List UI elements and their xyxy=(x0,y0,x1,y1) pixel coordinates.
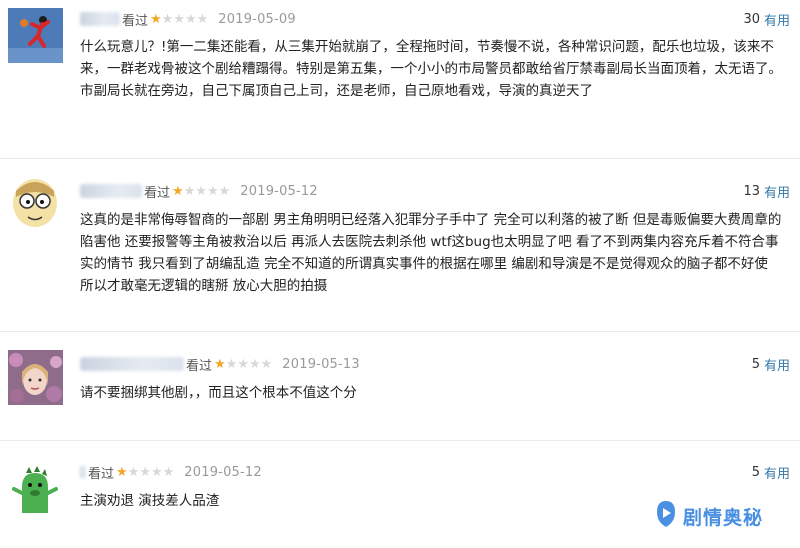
star-empty-icon: ★ xyxy=(196,11,209,27)
review-date: 2019-05-09 xyxy=(218,11,296,27)
star-empty-icon: ★ xyxy=(237,356,249,372)
watched-label: 看过 xyxy=(122,13,149,29)
cartoon-character-avatar[interactable] xyxy=(8,175,63,230)
review-date: 2019-05-13 xyxy=(282,356,360,372)
useful-button[interactable]: 有用 xyxy=(764,182,790,201)
star-empty-icon: ★ xyxy=(195,183,207,199)
star-empty-icon: ★ xyxy=(161,11,174,27)
green-dinosaur-avatar[interactable] xyxy=(8,463,63,518)
vote-count: 5 xyxy=(751,464,760,480)
useful-button[interactable]: 有用 xyxy=(764,10,790,29)
star-filled-icon: ★ xyxy=(150,11,162,27)
rating-stars: ★ ★ ★ ★ ★ xyxy=(214,358,272,371)
rating-stars: ★ ★ ★ ★ ★ xyxy=(150,13,208,26)
star-filled-icon: ★ xyxy=(116,464,128,480)
vote-count: 30 xyxy=(743,11,760,27)
basketball-player-avatar[interactable] xyxy=(8,8,63,63)
star-empty-icon: ★ xyxy=(150,464,163,480)
review-item: 看过 ★ ★ ★ ★ ★ 2019-05-12 13 有用 这真的是非常侮辱智商的一部剧… xyxy=(0,159,800,331)
rating-stars: ★ ★ ★ ★ ★ xyxy=(116,466,174,479)
star-empty-icon: ★ xyxy=(206,183,219,199)
review-date: 2019-05-12 xyxy=(184,464,262,480)
star-empty-icon: ★ xyxy=(184,11,197,27)
star-empty-icon: ★ xyxy=(139,464,151,480)
watched-label: 看过 xyxy=(186,358,213,374)
vote-area: 5 有用 xyxy=(752,354,790,374)
watched-label: 看过 xyxy=(144,185,171,201)
star-filled-icon: ★ xyxy=(172,183,184,199)
star-empty-icon: ★ xyxy=(162,464,175,480)
watermark-text: 剧情奥秘 xyxy=(683,506,764,529)
useful-button[interactable]: 有用 xyxy=(764,355,790,374)
play-logo-icon xyxy=(655,500,677,532)
vote-area: 13 有用 xyxy=(743,181,790,201)
blurred-username[interactable] xyxy=(80,357,184,371)
blurred-username[interactable] xyxy=(80,465,86,479)
star-filled-icon: ★ xyxy=(214,356,226,372)
watched-label: 看过 xyxy=(88,466,115,482)
star-empty-icon: ★ xyxy=(173,11,185,27)
vote-area: 5 有用 xyxy=(752,462,790,482)
watermark: 剧情奥秘 xyxy=(655,500,763,532)
rating-stars: ★ ★ ★ ★ ★ xyxy=(172,185,230,198)
star-empty-icon: ★ xyxy=(218,183,231,199)
vote-area: 30 有用 xyxy=(743,9,790,29)
vote-count: 13 xyxy=(743,183,760,199)
star-empty-icon: ★ xyxy=(183,183,196,199)
blurred-username[interactable] xyxy=(80,12,120,26)
star-empty-icon: ★ xyxy=(248,356,261,372)
review-text: 请不要捆绑其他剧，，而且这个根本不值这个分 xyxy=(80,385,357,401)
floral-portrait-avatar[interactable] xyxy=(8,350,63,405)
vote-count: 5 xyxy=(751,356,760,372)
review-date: 2019-05-12 xyxy=(240,183,318,199)
star-empty-icon: ★ xyxy=(127,464,140,480)
review-item: 看过 ★ ★ ★ ★ ★ 2019-05-13 5 有用 请不要捆绑其他剧，，而且这个根… xyxy=(0,332,800,440)
review-text: 什么玩意儿？!第一二集还能看，从三集开始就崩了，全程拖时间，节奏慢不说，各种常识… xyxy=(80,39,782,99)
review-text: 这真的是非常侮辱智商的一部剧 男主角明明已经落入犯罪分子手中了 完全可以利落的被… xyxy=(80,212,782,294)
review-item: 看过 ★ ★ ★ ★ ★ 2019-05-09 30 有用 什么玩意儿？!第一二集还能看… xyxy=(0,0,800,158)
star-empty-icon: ★ xyxy=(260,356,273,372)
blurred-username[interactable] xyxy=(80,184,142,198)
useful-button[interactable]: 有用 xyxy=(764,463,790,482)
star-empty-icon: ★ xyxy=(225,356,238,372)
